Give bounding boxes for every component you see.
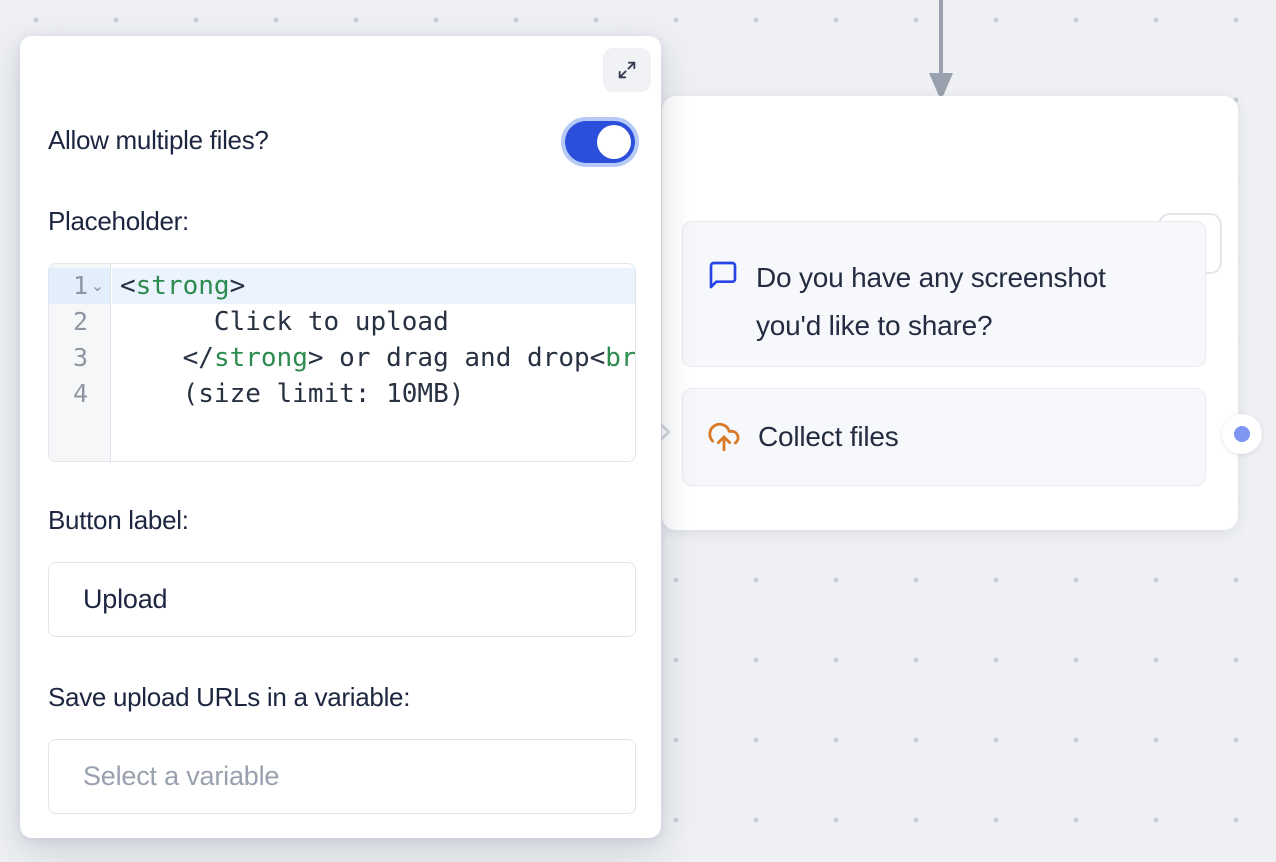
bubble-text: Do you have any screenshot you'd like to…: [756, 254, 1142, 350]
connector-dot-icon: [1234, 426, 1250, 442]
button-label-input[interactable]: [48, 562, 636, 637]
code-editor[interactable]: <strong> Click to upload </strong> or dr…: [48, 263, 636, 462]
editor-code: <strong> Click to upload </strong> or dr…: [112, 264, 635, 412]
code-token: <: [120, 271, 136, 301]
block-collect-files[interactable]: Collect files: [682, 388, 1206, 486]
flow-canvas[interactable]: Screenshots Do you have any screenshot y…: [0, 0, 1276, 862]
code-token: strong: [136, 271, 230, 301]
code-token: >: [230, 271, 246, 301]
fold-chevron-icon[interactable]: ⌄: [88, 277, 107, 296]
node-screenshots[interactable]: Screenshots Do you have any screenshot y…: [662, 96, 1238, 530]
block-text-bubble[interactable]: Do you have any screenshot you'd like to…: [682, 221, 1206, 367]
node-output-connector[interactable]: [1222, 414, 1262, 454]
code-token: or drag and drop: [324, 343, 590, 373]
allow-multiple-files-label: Allow multiple files?: [48, 125, 269, 156]
code-token: >: [308, 343, 324, 373]
code-token: </: [183, 343, 214, 373]
expand-button[interactable]: [603, 48, 651, 92]
file-input-settings-popover: Allow multiple files? Placeholder: <stro…: [20, 36, 661, 838]
editor-gutter: 1⌄234: [49, 264, 111, 461]
code-line[interactable]: (size limit: 10MB): [112, 376, 635, 412]
chat-bubble-icon: [707, 259, 739, 291]
code-line[interactable]: Click to upload: [112, 304, 635, 340]
upload-cloud-icon: [707, 420, 741, 454]
variable-select-input[interactable]: [48, 739, 636, 814]
code-token: <: [590, 343, 606, 373]
collect-files-label: Collect files: [758, 413, 899, 461]
code-token: br: [605, 343, 636, 373]
expand-icon: [616, 59, 638, 81]
placeholder-label: Placeholder:: [48, 206, 189, 237]
code-token: [120, 343, 183, 373]
code-token: (size limit: 10MB): [120, 379, 464, 409]
gutter-line: 3: [49, 340, 110, 376]
gutter-line: 1⌄: [49, 268, 110, 304]
code-token: Click to upload: [120, 307, 449, 337]
save-variable-label: Save upload URLs in a variable:: [48, 682, 410, 713]
code-line[interactable]: <strong>: [112, 268, 635, 304]
gutter-line: 4: [49, 376, 110, 412]
code-token: strong: [214, 343, 308, 373]
button-label-label: Button label:: [48, 505, 189, 536]
gutter-line: 2: [49, 304, 110, 340]
allow-multiple-files-toggle[interactable]: [565, 121, 635, 163]
code-line[interactable]: </strong> or drag and drop<br: [112, 340, 635, 376]
flow-edge-arrow: [925, 0, 957, 100]
toggle-knob: [597, 125, 631, 159]
